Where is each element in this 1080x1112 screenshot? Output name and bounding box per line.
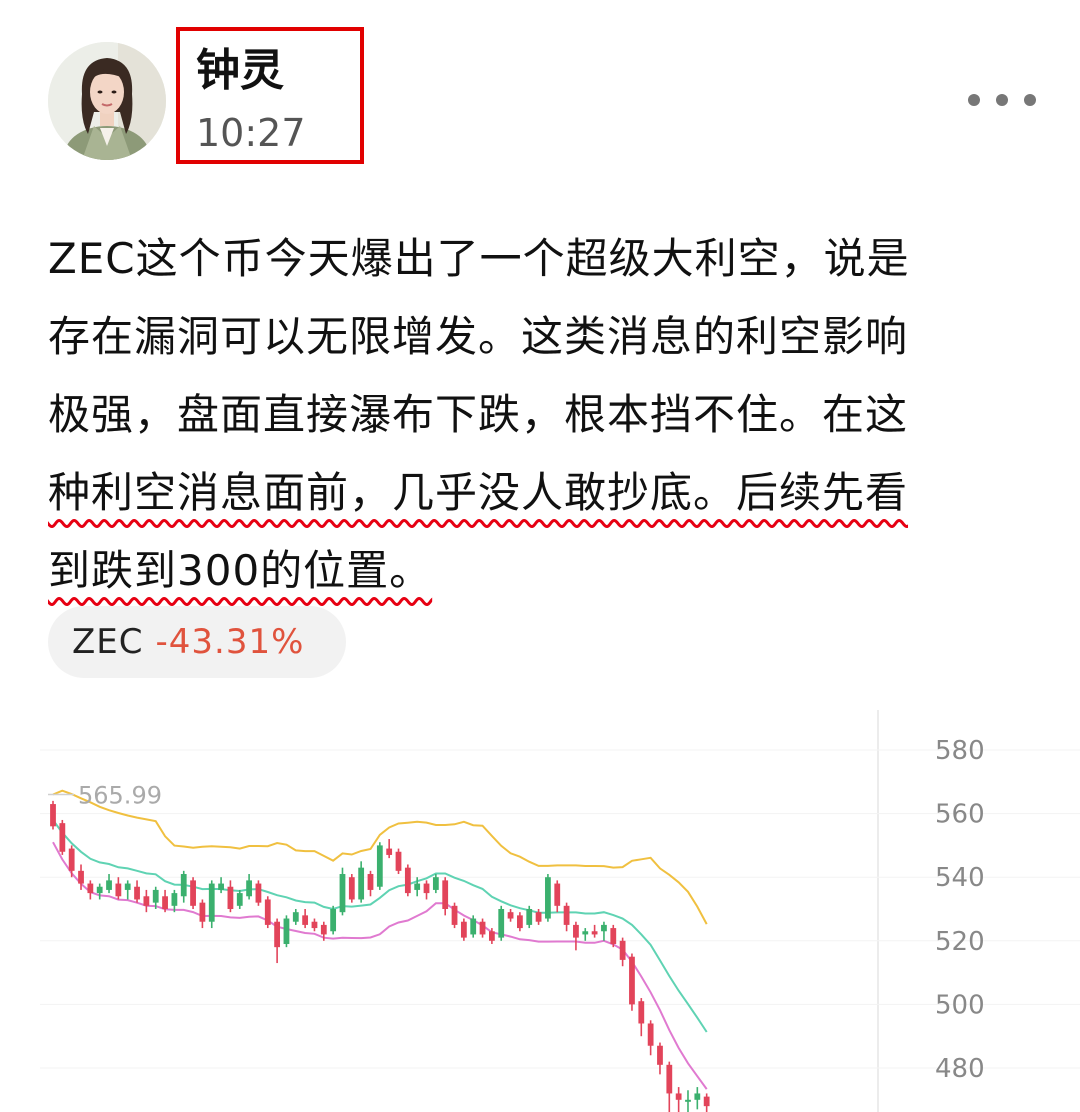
author-name[interactable]: 钟灵 (196, 41, 284, 101)
post-line: 极强，盘面直接瀑布下跌，根本挡不住。在这 (48, 390, 909, 439)
candle-body (50, 804, 56, 827)
name-highlight-box: 钟灵 10:27 (176, 27, 364, 164)
underlined-text: 到跌到300的位置。 (48, 546, 433, 595)
candle-body (703, 1096, 710, 1107)
candle-body (451, 905, 458, 925)
candle-body (255, 883, 262, 903)
price-chart[interactable]: 580 560 540 520 500 480 565.99 (40, 710, 1080, 1112)
post-line: ZEC这个币今天爆出了一个超级大利空，说是 (48, 234, 910, 283)
post-line: 存在漏洞可以无限增发。这类消息的利空影响 (48, 312, 909, 361)
candle-body (208, 883, 215, 922)
y-tick-label: 480 (935, 1054, 985, 1084)
candle-body (246, 880, 252, 897)
candle-body (283, 918, 290, 944)
candle-body (563, 905, 570, 925)
candle-body (535, 912, 542, 922)
candle-body (517, 915, 523, 929)
candle-body (554, 883, 561, 906)
candle-body (675, 1093, 682, 1100)
chart-svg: 580 560 540 520 500 480 565.99 (40, 710, 1080, 1112)
candle-body (78, 870, 84, 884)
candle-body (638, 1001, 645, 1024)
candle-body (115, 883, 122, 897)
candle-body (694, 1093, 701, 1100)
candle-body (96, 886, 103, 894)
candle-body (629, 956, 635, 1005)
post-time: 10:27 (196, 111, 306, 155)
candle-body (657, 1045, 663, 1065)
candle-body (376, 845, 383, 887)
post-line: 到跌到300的位置。 (48, 532, 1033, 610)
candle-body (526, 909, 533, 925)
avatar-portrait (48, 42, 166, 160)
candle-body (591, 931, 598, 935)
candle-body (292, 912, 299, 922)
candle-body (87, 883, 94, 894)
candle-body (460, 921, 467, 938)
more-dots-icon[interactable] (968, 86, 1036, 114)
ticker-chip[interactable]: ZEC -43.31% (48, 606, 346, 678)
y-tick-label: 580 (935, 736, 985, 766)
ticker-change: -43.31% (155, 622, 305, 662)
y-tick-label: 520 (935, 927, 985, 957)
candle-body (227, 886, 234, 909)
ticker-symbol: ZEC (72, 622, 144, 662)
candle-body (647, 1023, 654, 1046)
candle-body (339, 874, 346, 913)
candle-body (601, 924, 607, 932)
candle-body (134, 886, 140, 900)
candle-body (152, 889, 159, 903)
candle-body (432, 877, 439, 890)
candle-body (180, 874, 187, 897)
last-price-label: 565.99 (78, 782, 162, 810)
candle-body (171, 893, 178, 906)
candle-body (414, 883, 421, 890)
candle-body (162, 896, 168, 909)
candle-body (488, 931, 495, 941)
candle-body (199, 902, 206, 922)
candle-body (367, 874, 374, 890)
candle-body (470, 918, 477, 935)
candle-body (311, 921, 318, 929)
y-tick-label: 560 (935, 800, 985, 830)
post-line: 种利空消息面前，几乎没人敢抄底。后续先看 (48, 468, 909, 517)
candle-body (573, 924, 579, 938)
candle-body (68, 848, 75, 871)
candle-body (498, 909, 505, 938)
candle-body (423, 883, 430, 894)
candle-body (320, 924, 327, 935)
candle-body (106, 880, 112, 890)
candle-body (386, 848, 393, 855)
y-tick-label: 500 (935, 990, 985, 1020)
candle-body (507, 912, 514, 919)
candle-body (330, 909, 337, 932)
post-header: 钟灵 10:27 (0, 0, 1080, 200)
candle-body (59, 823, 66, 852)
candle-body (302, 915, 309, 925)
candle-body (442, 880, 449, 909)
candle-body (685, 1099, 691, 1102)
candle-body (218, 883, 224, 890)
candle-body (610, 928, 617, 944)
candle-body (124, 883, 131, 890)
candle-body (619, 940, 626, 960)
candle-body (395, 851, 402, 871)
candle-body (264, 899, 271, 925)
candle-body (274, 921, 281, 948)
candle-body (143, 896, 150, 906)
candle-body (545, 877, 551, 919)
candle-body (404, 867, 411, 894)
candle-body (479, 921, 486, 935)
candle-body (348, 877, 355, 900)
candle-body (666, 1064, 673, 1094)
post-text: ZEC这个币今天爆出了一个超级大利空，说是 存在漏洞可以无限增发。这类消息的利空… (48, 220, 1033, 610)
candle-body (190, 880, 196, 906)
author-avatar[interactable] (48, 42, 166, 160)
candle-body (358, 867, 365, 900)
candle-body (236, 893, 243, 906)
y-tick-label: 540 (935, 863, 985, 893)
candle-body (582, 931, 589, 935)
